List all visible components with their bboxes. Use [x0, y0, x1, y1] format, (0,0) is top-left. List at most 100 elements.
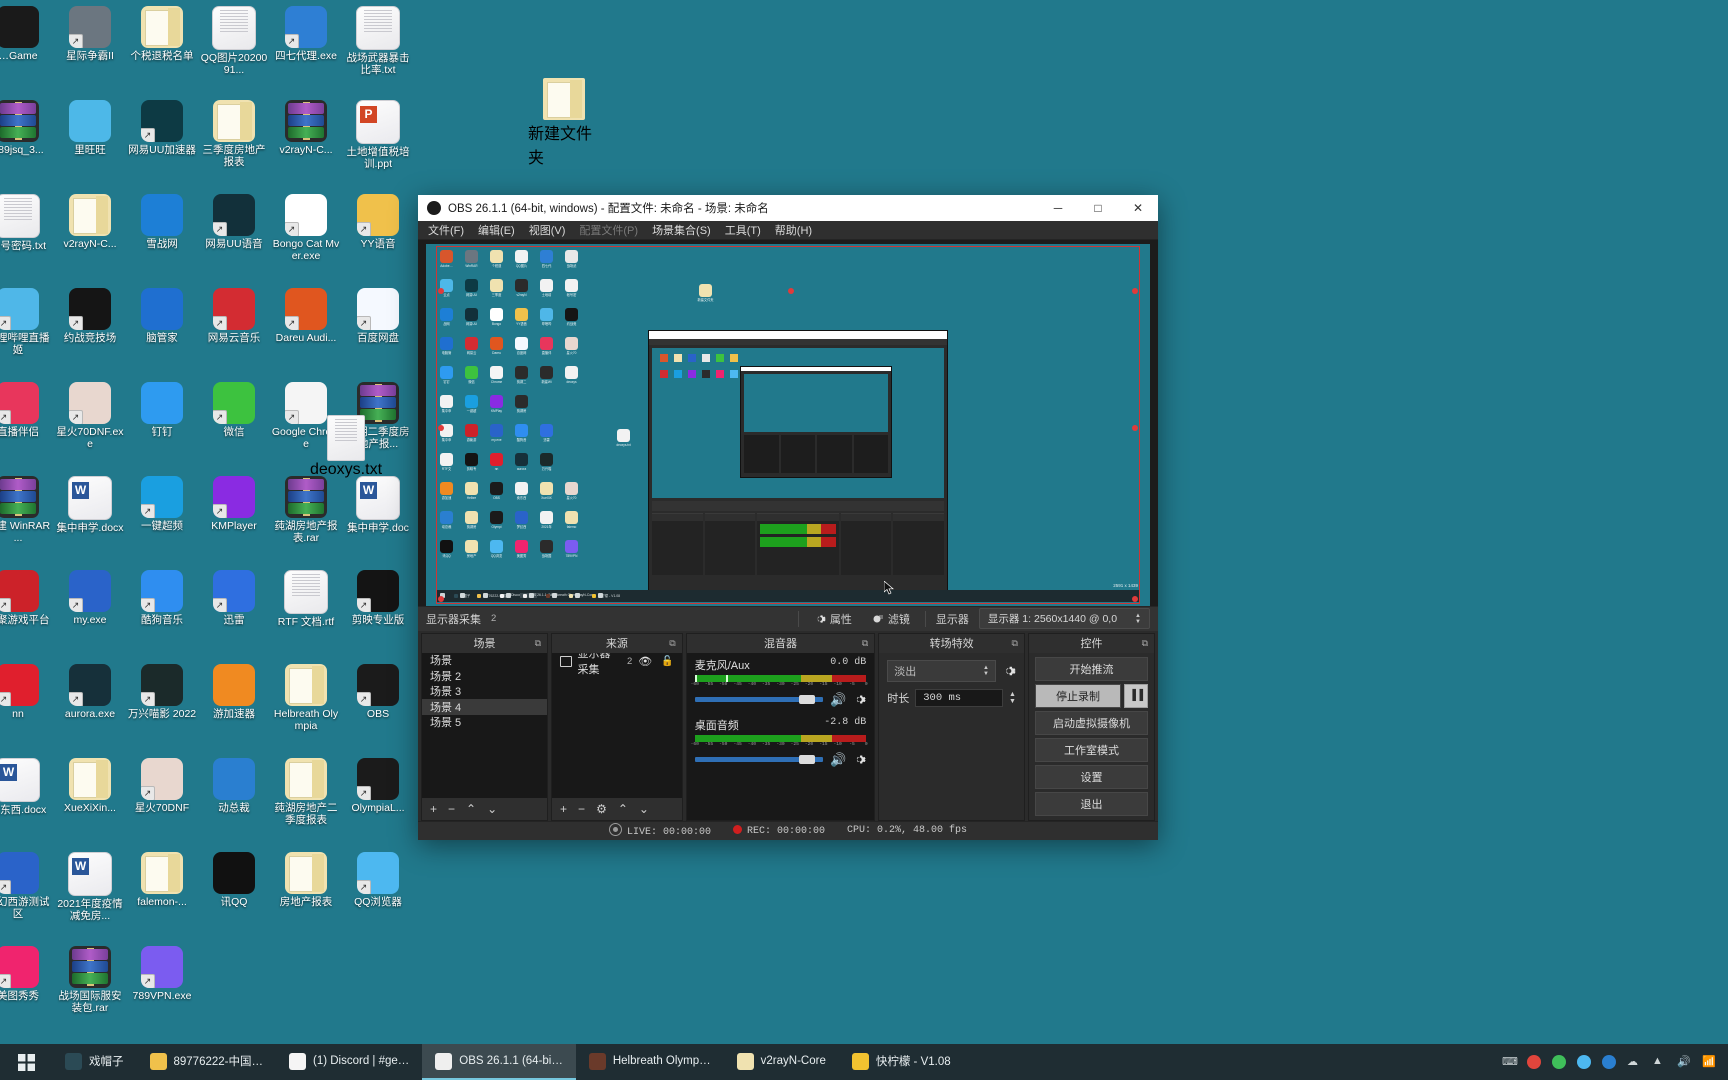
control-button[interactable]: 设置	[1034, 764, 1148, 789]
desktop-icon[interactable]: 帐号密码.txt	[0, 190, 54, 284]
popout-icon[interactable]: ⧉	[1142, 638, 1148, 649]
desktop-icon[interactable]: 讯QQ	[198, 848, 270, 942]
desktop-icon[interactable]: ↗ 微信	[198, 378, 270, 472]
control-button[interactable]: 开始推流	[1034, 656, 1148, 681]
desktop-icon[interactable]: ↗ 百度网盘	[342, 284, 414, 378]
desktop-icon[interactable]: 三季度房地产报表	[198, 96, 270, 190]
cloud-icon[interactable]: ☁	[1627, 1055, 1641, 1069]
spinner-icon[interactable]: ▲ ▼	[983, 665, 989, 677]
scenes-toolbar-button[interactable]: +	[430, 802, 437, 816]
minimize-button[interactable]: ─	[1038, 195, 1078, 221]
volume-slider[interactable]	[694, 695, 824, 705]
taskbar-item[interactable]: 89776222-中国…	[137, 1044, 277, 1080]
desktop-icon[interactable]: ↗ 四七代理.exe	[270, 2, 342, 96]
scene-list-item[interactable]: 场景	[422, 653, 547, 669]
menu-item[interactable]: 工具(T)	[725, 222, 761, 238]
volume-icon[interactable]: 🔊	[1677, 1055, 1691, 1069]
scene-list-item[interactable]: 场景 4	[422, 699, 548, 715]
popout-icon[interactable]: ⧉	[535, 638, 541, 649]
duration-stepper[interactable]: ▲ ▼	[1009, 691, 1016, 705]
popout-icon[interactable]: ⧉	[862, 638, 868, 649]
desktop-icon[interactable]: 战场国际服安装包.rar	[54, 942, 126, 1036]
preview-area[interactable]: Adobe… WinRAR 个税退 QQ图片 四七代 战场武 云点 网易UU 三季度 v2rayN…	[418, 240, 1158, 606]
properties-button[interactable]: 属性	[809, 609, 857, 629]
desktop-icon[interactable]: 动总裁	[198, 754, 270, 848]
menu-item[interactable]: 场景集合(S)	[652, 222, 711, 238]
desktop-icon[interactable]: v2rayN-C...	[54, 190, 126, 284]
desktop-icon[interactable]: 钉钉	[126, 378, 198, 472]
obs-window[interactable]: OBS 26.1.1 (64-bit, windows) - 配置文件: 未命名…	[418, 195, 1158, 840]
desktop-icon[interactable]: 土地增值税培训.ppt	[342, 96, 414, 190]
desktop-icon[interactable]: ↗ 星火70DNF.exe	[54, 378, 126, 472]
desktop-icon[interactable]: 789jsq_3...	[0, 96, 54, 190]
red-dot-icon[interactable]	[1527, 1055, 1541, 1069]
desktop-icon[interactable]: ↗ Bongo Cat Mver.exe	[270, 190, 342, 284]
start-button[interactable]	[0, 1044, 52, 1080]
desktop-icon[interactable]: 新建 WinRAR ...	[0, 472, 54, 566]
desktop-icon[interactable]: 2021年度疫情减免房...	[54, 848, 126, 942]
desktop-icon[interactable]: ↗ 星际争霸II	[54, 2, 126, 96]
duration-input[interactable]: 300 ms	[915, 688, 1004, 707]
channel-gear-icon[interactable]	[853, 753, 866, 766]
transition-select[interactable]: 淡出 ▲ ▼	[887, 659, 996, 682]
sources-toolbar-button[interactable]: ⚙	[596, 802, 607, 816]
desktop-icon[interactable]: ↗ 网易UU加速器	[126, 96, 198, 190]
desktop-icon[interactable]: Helbreath Olympia	[270, 660, 342, 754]
desktop-icon[interactable]: ↗ 游聚游戏平台	[0, 566, 54, 660]
desktop-icon[interactable]: …Game	[0, 2, 54, 96]
desktop-icon[interactable]: ↗ 星火70DNF	[126, 754, 198, 848]
desktop-icon[interactable]: ↗ QQ浏览器	[342, 848, 414, 942]
desktop-icon[interactable]: 集中申学.doc	[342, 472, 414, 566]
desktop-icon[interactable]: 雪战网	[126, 190, 198, 284]
chevron-up-icon[interactable]: ▲	[1652, 1055, 1666, 1069]
desktop-icon[interactable]: 脑管家	[126, 284, 198, 378]
desktop-icon[interactable]: ↗ 直播伴侣	[0, 378, 54, 472]
desktop-icon[interactable]: 莼湖房地产报表.rar	[270, 472, 342, 566]
monitor-select[interactable]: 显示器 1: 2560x1440 @ 0,0 ▲ ▼	[978, 608, 1150, 630]
preview-canvas[interactable]: Adobe… WinRAR 个税退 QQ图片 四七代 战场武 云点 网易UU 三季度 v2rayN…	[426, 244, 1150, 606]
desktop-icon[interactable]: ↗ 网易云音乐	[198, 284, 270, 378]
desktop-icon[interactable]: ↗ nn	[0, 660, 54, 754]
popout-icon[interactable]: ⧉	[1012, 638, 1018, 649]
desktop-icon[interactable]: 个税退税名单	[126, 2, 198, 96]
menu-item[interactable]: 配置文件(P)	[579, 222, 638, 238]
taskbar-item[interactable]: OBS 26.1.1 (64-bi…	[422, 1044, 576, 1080]
sources-list[interactable]: 显示器采集 2 👁 🔓	[552, 652, 682, 798]
desktop-icon[interactable]: ↗ 万兴喵影 2022	[126, 660, 198, 754]
desktop-icon-deoxys[interactable]: deoxys.txt	[310, 415, 382, 479]
spinner-icon[interactable]: ▲ ▼	[1135, 613, 1141, 625]
desktop-icon[interactable]: ↗ 789VPN.exe	[126, 942, 198, 1036]
volume-slider[interactable]	[694, 755, 824, 765]
desktop-icon[interactable]: 集中申学.docx	[54, 472, 126, 566]
scene-list-item[interactable]: 场景 5	[422, 715, 547, 731]
source-toolbar[interactable]: 显示器采集 2 属性 滤镜 显示器 显示器 1: 2560x1440 @ 0,0…	[418, 605, 1158, 631]
desktop-icon[interactable]: 里旺旺	[54, 96, 126, 190]
channel-gear-icon[interactable]	[853, 693, 866, 706]
desktop-icon[interactable]: 战场武器暴击比率.txt	[342, 2, 414, 96]
scenes-toolbar-button[interactable]: ⌄	[487, 802, 497, 816]
scenes-toolbar-button[interactable]: ⌃	[466, 802, 476, 816]
taskbar-item[interactable]: v2rayN-Core	[724, 1044, 839, 1080]
sources-toolbar-button[interactable]: ⌄	[639, 802, 649, 816]
eye-icon[interactable]: 👁	[638, 655, 652, 668]
menu-item[interactable]: 视图(V)	[529, 222, 566, 238]
menu-item[interactable]: 编辑(E)	[478, 222, 515, 238]
taskbar-item[interactable]: 戏帽子	[52, 1044, 137, 1080]
scene-list-item[interactable]: 场景 3	[422, 684, 547, 700]
desktop-icon[interactable]: QQ图片2020091...	[198, 2, 270, 96]
sources-toolbar-button[interactable]: ⌃	[618, 802, 628, 816]
transition-gear-icon[interactable]	[1002, 664, 1016, 678]
obs-titlebar[interactable]: OBS 26.1.1 (64-bit, windows) - 配置文件: 未命名…	[418, 195, 1158, 221]
desktop-icon[interactable]: ↗ 酷狗音乐	[126, 566, 198, 660]
keyboard-icon[interactable]: ⌨	[1502, 1055, 1518, 1069]
desktop-icon[interactable]: ↗ 梦幻西游测试区	[0, 848, 54, 942]
green-dot-icon[interactable]	[1552, 1055, 1566, 1069]
desktop-icon[interactable]: ↗ OlympiaL...	[342, 754, 414, 848]
desktop-icon[interactable]: 游加速器	[198, 660, 270, 754]
close-button[interactable]: ✕	[1118, 195, 1158, 221]
control-button[interactable]: 工作室模式	[1034, 737, 1148, 762]
desktop-icon[interactable]: ↗ aurora.exe	[54, 660, 126, 754]
desktop-icon[interactable]: falemon-...	[126, 848, 198, 942]
scene-list-item[interactable]: 场景 2	[422, 668, 547, 684]
desktop-icon[interactable]: ↗ OBS	[342, 660, 414, 754]
